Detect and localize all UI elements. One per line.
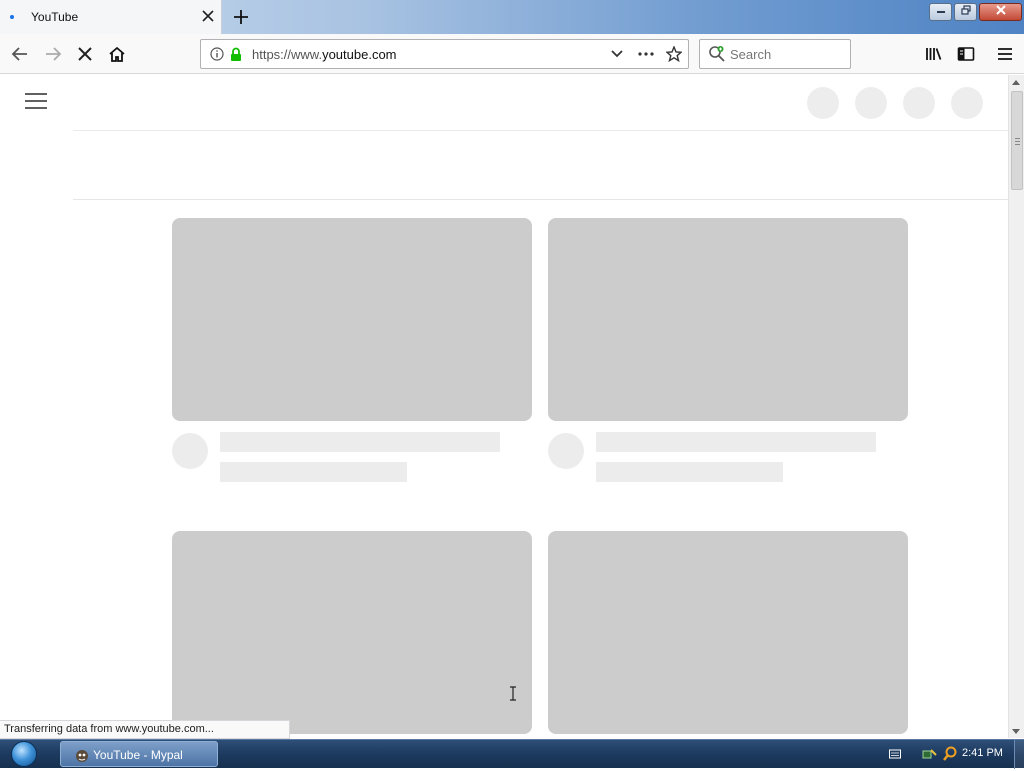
menu-button[interactable] [993,42,1017,66]
new-tab-button[interactable] [230,6,252,28]
taskbar-item-mypal[interactable]: YouTube - Mypal [60,741,218,767]
tab-title: YouTube [31,10,79,24]
scrollbar-thumb[interactable] [1011,91,1023,190]
library-icon [926,48,942,60]
header-placeholder [855,87,887,119]
network-icon[interactable] [922,747,938,764]
taskbar: YouTube - Mypal 2:41 PM [0,739,1024,769]
header-placeholder [903,87,935,119]
title-placeholder [220,432,500,452]
taskbar-clock[interactable]: 2:41 PM [962,747,1003,759]
header-placeholder [951,87,983,119]
navigation-toolbar: https://www.youtube.com [0,34,1024,74]
chevron-down-icon[interactable] [609,46,625,62]
tab-youtube[interactable]: YouTube [0,0,222,34]
search-icon [708,45,726,66]
show-desktop-button[interactable] [1014,740,1024,769]
minimize-button[interactable] [929,3,952,21]
video-thumbnail-placeholder [548,218,908,421]
back-button[interactable] [8,42,32,66]
arrow-right-icon [46,47,62,61]
minimize-icon [936,11,945,13]
keyboard-icon[interactable] [889,749,901,762]
header-placeholder [807,87,839,119]
scroll-up-arrow[interactable] [1012,80,1020,85]
info-icon[interactable] [209,46,225,62]
search-input[interactable] [730,45,845,63]
status-panel: Transferring data from www.youtube.com..… [0,720,290,739]
page-content [0,75,1008,738]
more-horizontal-icon[interactable] [638,46,654,62]
star-icon[interactable] [666,46,682,62]
meta-placeholder [596,462,783,482]
channel-avatar-placeholder [172,433,208,469]
url-host: youtube.com [322,47,397,62]
video-thumbnail-placeholder [548,531,908,734]
search-icon[interactable] [943,746,957,765]
url-text[interactable]: https://www.youtube.com [252,47,397,62]
home-icon [109,46,125,62]
url-scheme: https://www. [252,47,323,62]
stop-button[interactable] [73,42,97,66]
mypal-app-icon [75,747,89,762]
sidebar-button[interactable] [954,42,978,66]
restore-button[interactable] [954,3,977,21]
windows-start-icon [11,741,37,767]
tab-loading-indicator [10,15,14,19]
url-bar[interactable]: https://www.youtube.com [200,39,689,69]
forward-button[interactable] [41,42,65,66]
meta-placeholder [220,462,407,482]
search-bar[interactable] [699,39,851,69]
vertical-scrollbar[interactable] [1008,75,1024,738]
menu-icon [998,48,1012,60]
title-placeholder [596,432,876,452]
header-divider [73,130,1008,131]
video-thumbnail-placeholder [172,531,532,734]
close-icon[interactable] [199,7,217,25]
text-cursor-icon [509,686,517,701]
scroll-down-arrow[interactable] [1012,729,1020,734]
taskbar-item-label: YouTube - Mypal [93,748,183,762]
channel-avatar-placeholder [548,433,584,469]
sidebar-icon [957,47,975,61]
plus-icon [234,10,248,24]
chip-bar-divider [73,199,1008,200]
library-button[interactable] [922,42,946,66]
video-thumbnail-placeholder [172,218,532,421]
close-x-icon [78,47,92,61]
lock-icon[interactable] [228,46,244,62]
guide-menu-icon[interactable] [25,93,47,109]
start-button[interactable] [8,740,44,769]
home-button[interactable] [105,42,129,66]
arrow-left-icon [11,47,27,61]
close-icon [995,5,1006,15]
title-bar: YouTube [0,0,1024,34]
restore-icon [960,5,971,15]
window-close-button[interactable] [979,3,1022,21]
